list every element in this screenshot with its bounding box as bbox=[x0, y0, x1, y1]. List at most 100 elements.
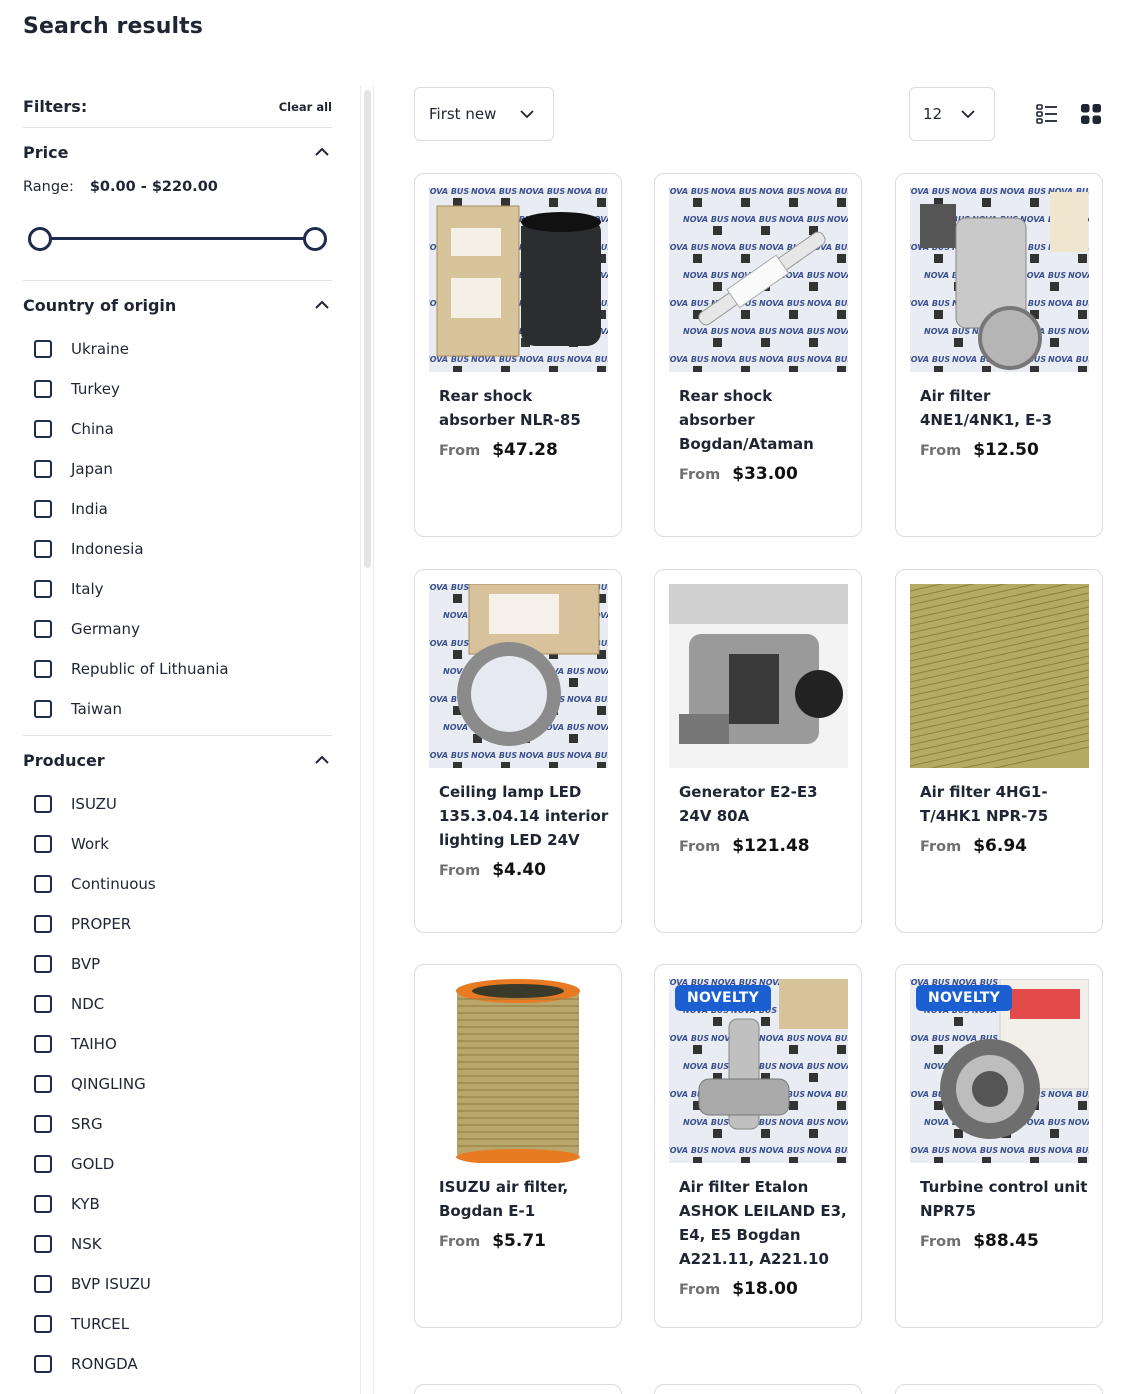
checkbox[interactable] bbox=[34, 1075, 52, 1093]
product-title[interactable]: Rear shock absorber NLR-85 bbox=[439, 384, 609, 432]
checkbox[interactable] bbox=[34, 660, 52, 678]
filter-option[interactable]: SRG bbox=[23, 1104, 332, 1144]
product-image[interactable] bbox=[669, 584, 848, 768]
sort-select[interactable]: First new bbox=[414, 87, 554, 141]
product-image[interactable]: NOVA BUSNOVA BUSNOVA BUSNOVA BUSNOVA BUS… bbox=[669, 979, 848, 1163]
checkbox[interactable] bbox=[34, 700, 52, 718]
filter-option[interactable]: Taiwan bbox=[23, 689, 332, 729]
checkbox[interactable] bbox=[34, 380, 52, 398]
checkbox[interactable] bbox=[34, 420, 52, 438]
filter-option[interactable]: BVP bbox=[23, 944, 332, 984]
filter-option[interactable]: Turkey bbox=[23, 369, 332, 409]
country-filter-toggle[interactable]: Country of origin bbox=[23, 281, 332, 329]
producer-filter-toggle[interactable]: Producer bbox=[23, 736, 332, 784]
per-page-select[interactable]: 12 bbox=[909, 87, 995, 141]
price-range: Range: $0.00 - $220.00 bbox=[23, 176, 332, 195]
price-slider-track[interactable] bbox=[39, 237, 316, 240]
filter-option[interactable]: India bbox=[23, 489, 332, 529]
filter-option[interactable]: Work bbox=[23, 824, 332, 864]
filter-option[interactable]: QINGLING bbox=[23, 1064, 332, 1104]
filter-option[interactable]: Indonesia bbox=[23, 529, 332, 569]
filter-option[interactable]: Germany bbox=[23, 609, 332, 649]
checkbox[interactable] bbox=[34, 835, 52, 853]
product-card[interactable]: Generator E2-E3 24V 80A From $121.48 bbox=[654, 569, 862, 933]
svg-text:NOVA BUS: NOVA BUS bbox=[669, 1146, 709, 1155]
product-title[interactable]: Air filter Etalon ASHOK LEILAND E3, E4, … bbox=[679, 1175, 849, 1271]
filter-option[interactable]: GOLD bbox=[23, 1144, 332, 1184]
price-slider-min-handle[interactable] bbox=[28, 227, 52, 251]
product-image[interactable]: NOVA BUSNOVA BUSNOVA BUSNOVA BUSNOVA BUS… bbox=[910, 979, 1089, 1163]
checkbox[interactable] bbox=[34, 795, 52, 813]
checkbox[interactable] bbox=[34, 540, 52, 558]
product-title[interactable]: Air filter 4NE1/4NK1, E-3 bbox=[920, 384, 1090, 432]
checkbox[interactable] bbox=[34, 460, 52, 478]
checkbox[interactable] bbox=[34, 1275, 52, 1293]
product-image[interactable] bbox=[429, 979, 608, 1163]
filter-option[interactable]: Ukraine bbox=[23, 329, 332, 369]
checkbox[interactable] bbox=[34, 1235, 52, 1253]
checkbox[interactable] bbox=[34, 1155, 52, 1173]
filter-option[interactable]: PROPER bbox=[23, 904, 332, 944]
product-image[interactable] bbox=[910, 584, 1089, 768]
checkbox[interactable] bbox=[34, 580, 52, 598]
svg-text:NOVA BUS: NOVA BUS bbox=[910, 1146, 950, 1155]
price-filter-toggle[interactable]: Price bbox=[23, 128, 332, 176]
price-slider-max-handle[interactable] bbox=[303, 227, 327, 251]
product-card[interactable]: NOVA BUSNOVA BUSNOVA BUSNOVA BUSNOVA BUS… bbox=[895, 964, 1103, 1328]
filter-option[interactable]: Republic of Lithuania bbox=[23, 649, 332, 689]
product-title[interactable]: Air filter 4HG1-T/4HK1 NPR-75 bbox=[920, 780, 1090, 828]
checkbox[interactable] bbox=[34, 1195, 52, 1213]
country-filter-title: Country of origin bbox=[23, 295, 177, 315]
product-image[interactable]: NOVA BUSNOVA BUSNOVA BUSNOVA BUSNOVA BUS… bbox=[429, 188, 608, 372]
product-card[interactable]: ISUZU air filter, Bogdan E-1 From $5.71 bbox=[414, 964, 622, 1328]
checkbox[interactable] bbox=[34, 620, 52, 638]
filter-option[interactable]: BVP ISUZU bbox=[23, 1264, 332, 1304]
checkbox[interactable] bbox=[34, 1115, 52, 1133]
checkbox[interactable] bbox=[34, 1355, 52, 1373]
checkbox[interactable] bbox=[34, 955, 52, 973]
product-card[interactable] bbox=[414, 1384, 622, 1394]
filter-option[interactable]: TAIHO bbox=[23, 1024, 332, 1064]
clear-all-button[interactable]: Clear all bbox=[279, 100, 332, 114]
list-view-icon[interactable] bbox=[1035, 102, 1059, 126]
filter-option[interactable]: Japan bbox=[23, 449, 332, 489]
filter-option[interactable]: NDC bbox=[23, 984, 332, 1024]
product-card[interactable] bbox=[895, 1384, 1103, 1394]
product-title[interactable]: ISUZU air filter, Bogdan E-1 bbox=[439, 1175, 609, 1223]
product-card[interactable]: NOVA BUSNOVA BUSNOVA BUSNOVA BUSNOVA BUS… bbox=[414, 173, 622, 537]
checkbox[interactable] bbox=[34, 995, 52, 1013]
product-card[interactable]: Air filter 4HG1-T/4HK1 NPR-75 From $6.94 bbox=[895, 569, 1103, 933]
product-card[interactable]: NOVA BUSNOVA BUSNOVA BUSNOVA BUSNOVA BUS… bbox=[414, 569, 622, 933]
filter-option[interactable]: China bbox=[23, 409, 332, 449]
filter-option[interactable]: KYB bbox=[23, 1184, 332, 1224]
product-title[interactable]: Ceiling lamp LED 135.3.04.14 interior li… bbox=[439, 780, 609, 852]
checkbox[interactable] bbox=[34, 915, 52, 933]
product-image[interactable]: NOVA BUSNOVA BUSNOVA BUSNOVA BUSNOVA BUS… bbox=[429, 584, 608, 768]
filter-option[interactable]: Continuous bbox=[23, 864, 332, 904]
filter-option[interactable]: Italy bbox=[23, 569, 332, 609]
checkbox[interactable] bbox=[34, 1035, 52, 1053]
svg-text:NOVA BUS: NOVA BUS bbox=[827, 271, 848, 280]
product-image[interactable]: NOVA BUSNOVA BUSNOVA BUSNOVA BUSNOVA BUS… bbox=[910, 188, 1089, 372]
product-card[interactable] bbox=[654, 1384, 862, 1394]
checkbox[interactable] bbox=[34, 875, 52, 893]
product-card[interactable]: NOVA BUSNOVA BUSNOVA BUSNOVA BUSNOVA BUS… bbox=[654, 964, 862, 1328]
product-title[interactable]: Turbine control unit NPR75 bbox=[920, 1175, 1090, 1223]
checkbox[interactable] bbox=[34, 1315, 52, 1333]
product-title[interactable]: Rear shock absorber Bogdan/Ataman bbox=[679, 384, 849, 456]
chevron-up-icon bbox=[315, 147, 329, 156]
filter-option[interactable]: RONGDA bbox=[23, 1344, 332, 1384]
product-card[interactable]: NOVA BUSNOVA BUSNOVA BUSNOVA BUSNOVA BUS… bbox=[654, 173, 862, 537]
grid-view-icon[interactable] bbox=[1081, 104, 1101, 124]
checkbox[interactable] bbox=[34, 340, 52, 358]
filter-option[interactable]: NSK bbox=[23, 1224, 332, 1264]
sidebar-scrollbar[interactable] bbox=[360, 86, 374, 1394]
product-card[interactable]: NOVA BUSNOVA BUSNOVA BUSNOVA BUSNOVA BUS… bbox=[895, 173, 1103, 537]
checkbox[interactable] bbox=[34, 500, 52, 518]
filter-option[interactable]: ISUZU bbox=[23, 784, 332, 824]
product-title[interactable]: Generator E2-E3 24V 80A bbox=[679, 780, 849, 828]
price-filter-body: Range: $0.00 - $220.00 bbox=[23, 176, 332, 280]
filter-option[interactable]: TURCEL bbox=[23, 1304, 332, 1344]
sidebar-scrollbar-thumb[interactable] bbox=[364, 90, 371, 568]
product-image[interactable]: NOVA BUSNOVA BUSNOVA BUSNOVA BUSNOVA BUS… bbox=[669, 188, 848, 372]
